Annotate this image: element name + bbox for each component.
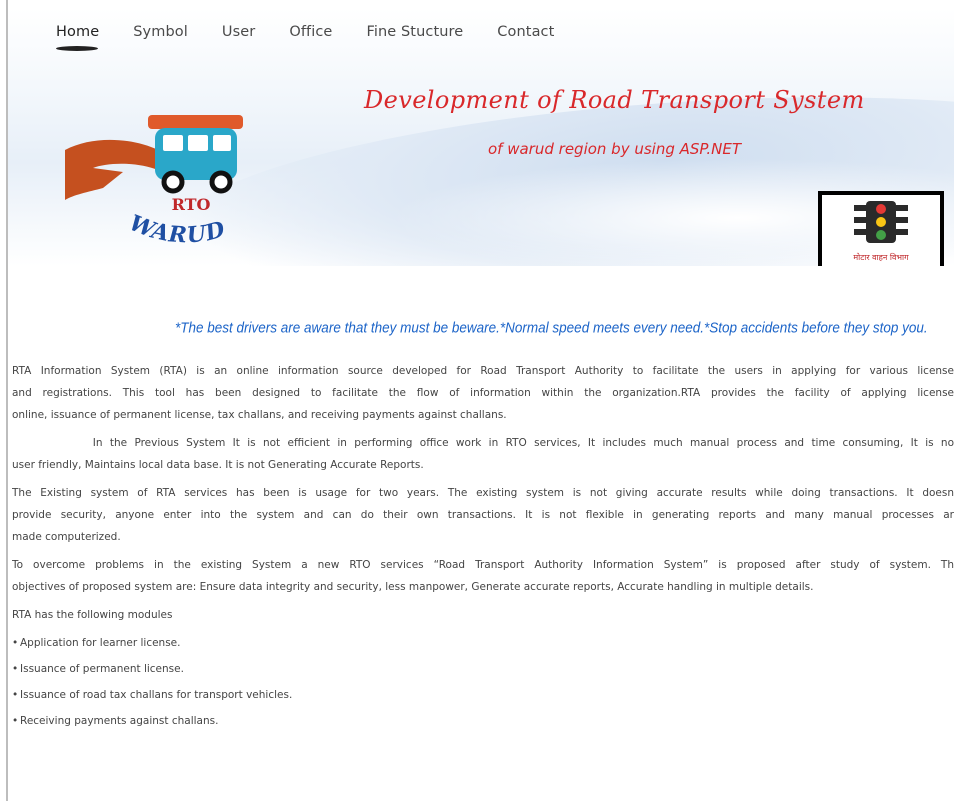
nav-symbol-label: Symbol — [133, 24, 188, 40]
paragraph-line: To overcome problems in the existing Sys… — [12, 559, 954, 571]
paragraph-proposed-system: To overcome problems in the existing Sys… — [12, 554, 954, 598]
traffic-signal-logo: मोटार वाहन विभाग — [818, 191, 944, 266]
paragraph-line: objectives of proposed system are: Ensur… — [12, 581, 814, 593]
bullet-icon: • — [12, 689, 19, 701]
paragraph-line: The Existing system of RTA services has … — [12, 487, 954, 499]
list-item: • Application for learner license. — [12, 632, 954, 654]
paragraph-line: RTA Information System (RTA) is an onlin… — [12, 365, 954, 377]
site-title: Development of Road Transport System — [364, 86, 865, 114]
nav-fine-structure-label: Fine Stucture — [366, 24, 464, 40]
site-subtitle: of warud region by using ASP.NET — [488, 140, 742, 158]
bullet-icon: • — [12, 715, 19, 727]
nav-fine-structure[interactable]: Fine Stucture — [366, 24, 463, 40]
paragraph-line: made computerized. — [12, 531, 121, 543]
nav-active-indicator — [56, 46, 98, 51]
nav-symbol[interactable]: Symbol — [133, 24, 188, 40]
svg-text:WARUD: WARUD — [126, 210, 229, 249]
paragraph-line: online, issuance of permanent license, t… — [12, 409, 507, 421]
paragraph-line: and registrations. This tool has been de… — [12, 387, 954, 399]
safety-quote: *The best drivers are aware that they mu… — [175, 319, 928, 336]
nav-office[interactable]: Office — [289, 24, 332, 40]
paragraph-intro: RTA Information System (RTA) is an onlin… — [12, 360, 954, 426]
paragraph-modules-heading: RTA has the following modules — [12, 604, 954, 626]
main-content: RTA Information System (RTA) is an onlin… — [12, 360, 954, 736]
paragraph-line: provide security, anyone enter into the … — [12, 509, 954, 521]
paragraph-previous-system: In the Previous System It is not efficie… — [12, 432, 954, 476]
list-item-text: Issuance of road tax challans for transp… — [20, 689, 293, 701]
paragraph-line: RTA has the following modules — [12, 609, 173, 621]
page-header: Home Symbol User Office Fine Stucture Co… — [8, 8, 954, 266]
nav-user[interactable]: User — [222, 24, 255, 40]
list-item-text: Receiving payments against challans. — [20, 715, 219, 727]
list-item-text: Application for learner license. — [20, 637, 181, 649]
modules-list: • Application for learner license. • Issua… — [12, 632, 954, 732]
list-item: • Issuance of road tax challans for trans… — [12, 684, 954, 706]
main-nav: Home Symbol User Office Fine Stucture Co… — [56, 24, 588, 51]
nav-home[interactable]: Home — [56, 24, 100, 51]
nav-contact[interactable]: Contact — [497, 24, 554, 40]
nav-office-label: Office — [289, 24, 333, 40]
paragraph-line: user friendly, Maintains local data base… — [12, 459, 424, 471]
rto-warud-logo-icon: RTO WARUD — [65, 115, 243, 249]
list-item: • Issuance of permanent license. — [12, 658, 954, 680]
bullet-icon: • — [12, 663, 19, 675]
paragraph-existing-system: The Existing system of RTA services has … — [12, 482, 954, 548]
list-item-text: Issuance of permanent license. — [20, 663, 184, 675]
nav-home-label: Home — [56, 24, 100, 40]
list-item: • Receiving payments against challans. — [12, 710, 954, 732]
bullet-icon: • — [12, 637, 19, 649]
nav-contact-label: Contact — [497, 24, 555, 40]
paragraph-line: In the Previous System It is not efficie… — [12, 437, 954, 449]
nav-user-label: User — [221, 24, 256, 40]
svg-text:RTO: RTO — [172, 195, 211, 214]
signal-caption: मोटार वाहन विभाग — [853, 253, 909, 262]
